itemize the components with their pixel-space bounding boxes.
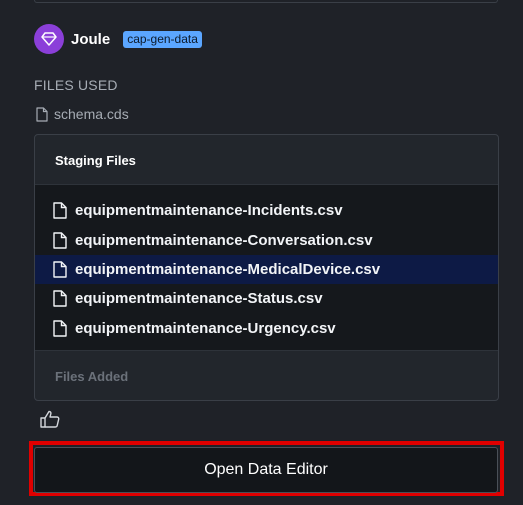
staging-file-name: equipmentmaintenance-Conversation.csv bbox=[75, 231, 373, 249]
previous-message-border bbox=[34, 0, 498, 3]
staging-file-name: equipmentmaintenance-Status.csv bbox=[75, 290, 323, 308]
message-header: Joule cap-gen-data bbox=[34, 24, 202, 54]
staging-files-card: Staging Files equipmentmaintenance-Incid… bbox=[34, 134, 499, 401]
document-icon bbox=[53, 202, 67, 219]
joule-diamond-icon bbox=[41, 32, 57, 46]
chat-panel: Joule cap-gen-data FILES USED schema.cds… bbox=[0, 0, 523, 505]
staging-file-name: equipmentmaintenance-Incidents.csv bbox=[75, 202, 343, 220]
document-icon bbox=[53, 290, 67, 308]
files-used-heading: FILES USED bbox=[34, 77, 118, 93]
staging-file-row-selected[interactable]: equipmentmaintenance-MedicalDevice.csv bbox=[35, 254, 498, 285]
staging-file-row[interactable]: equipmentmaintenance-Incidents.csv bbox=[35, 196, 498, 225]
staging-file-row[interactable]: equipmentmaintenance-Status.csv bbox=[35, 284, 498, 313]
thumbs-up-icon bbox=[40, 410, 60, 428]
staging-files-title: Staging Files bbox=[55, 153, 136, 168]
files-used-item-label: schema.cds bbox=[54, 106, 129, 122]
open-data-editor-button[interactable]: Open Data Editor bbox=[34, 447, 498, 493]
staging-file-list: equipmentmaintenance-Incidents.csv equip… bbox=[35, 184, 498, 351]
context-badge: cap-gen-data bbox=[123, 30, 202, 48]
files-used-item[interactable]: schema.cds bbox=[36, 106, 129, 122]
files-added-label: Files Added bbox=[55, 369, 129, 384]
app-name: Joule bbox=[71, 30, 111, 48]
staging-file-row[interactable]: equipmentmaintenance-Conversation.csv bbox=[35, 225, 498, 254]
staging-file-name: equipmentmaintenance-Urgency.csv bbox=[75, 319, 336, 337]
thumbs-up-button[interactable] bbox=[40, 410, 60, 433]
document-icon bbox=[53, 320, 67, 337]
document-icon bbox=[36, 106, 48, 122]
staging-file-name: equipmentmaintenance-MedicalDevice.csv bbox=[75, 260, 381, 278]
document-icon bbox=[53, 231, 67, 249]
joule-avatar bbox=[34, 24, 64, 54]
staging-file-row[interactable]: equipmentmaintenance-Urgency.csv bbox=[35, 314, 498, 343]
document-icon bbox=[53, 261, 67, 278]
